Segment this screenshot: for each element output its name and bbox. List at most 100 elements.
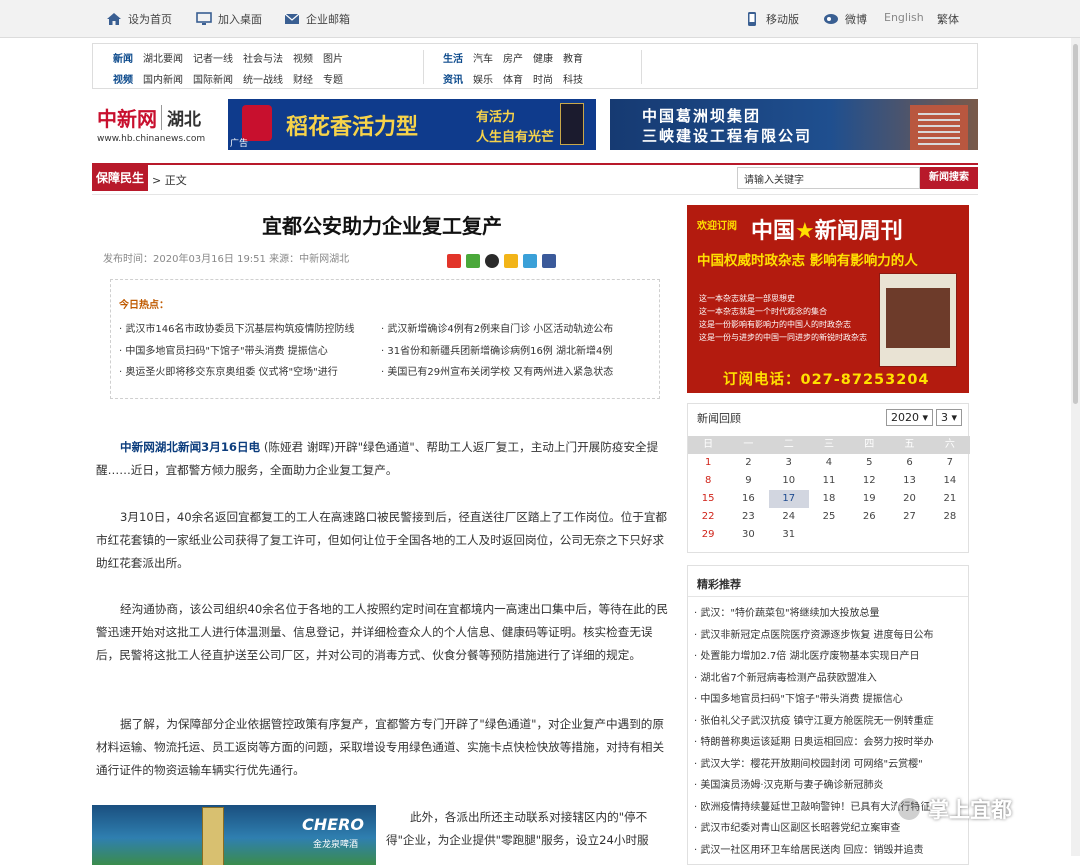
nav-link[interactable]: 记者一线 <box>193 50 233 65</box>
nav-link[interactable]: 时尚 <box>533 71 553 86</box>
recommend-item[interactable]: · 武汉非新冠定点医院医疗资源逐步恢复 进度每日公布 <box>694 626 962 641</box>
calendar-day[interactable]: 18 <box>809 490 849 508</box>
calendar-day[interactable]: 4 <box>809 454 849 472</box>
calendar-day[interactable]: 11 <box>809 472 849 490</box>
recommend-item[interactable]: · 武汉大学：樱花开放期间校园封闭 可网络"云赏樱" <box>694 755 962 770</box>
recommend-title: 精彩推荐 <box>697 578 741 591</box>
traditional-chinese-link[interactable]: 繁体 <box>937 11 959 27</box>
magazine-ad[interactable]: 欢迎订阅 中国★新闻周刊 中国权威时政杂志 影响有影响力的人 这一本杂志就是一部… <box>687 205 969 393</box>
weibo-link[interactable]: 微博 <box>823 11 867 27</box>
banner-ad-daohuaxiang[interactable]: 稻花香活力型 有活力 人生自有光芒 广告 <box>228 99 596 150</box>
breadcrumb-section-link[interactable]: 保障民生 <box>92 165 149 191</box>
share-twitter-icon[interactable] <box>523 254 537 268</box>
calendar-day[interactable]: 12 <box>849 472 889 490</box>
calendar-day[interactable]: 25 <box>809 508 849 526</box>
nav-link[interactable]: 汽车 <box>473 50 493 65</box>
add-desktop-link[interactable]: 加入桌面 <box>196 11 262 27</box>
nav-link[interactable]: 国内新闻 <box>143 71 183 86</box>
hot-news-item[interactable]: · 美国已有29州宣布关闭学校 又有两州进入紧急状态 <box>381 363 613 378</box>
calendar-day[interactable]: 3 <box>769 454 809 472</box>
share-weibo-icon[interactable] <box>447 254 461 268</box>
calendar-day[interactable]: 24 <box>769 508 809 526</box>
set-homepage-link[interactable]: 设为首页 <box>106 11 172 27</box>
recommend-item[interactable]: · 中国多地官员扫码"下馆子"带头消费 提振信心 <box>694 690 962 705</box>
nav-link[interactable]: 生活 <box>443 50 463 65</box>
nav-link[interactable]: 健康 <box>533 50 553 65</box>
calendar-day[interactable]: 10 <box>769 472 809 490</box>
nav-link[interactable]: 房产 <box>503 50 523 65</box>
scrollbar-thumb[interactable] <box>1073 44 1078 404</box>
calendar-day[interactable]: 21 <box>930 490 970 508</box>
calendar-day[interactable]: 20 <box>889 490 929 508</box>
nav-link[interactable]: 资讯 <box>443 71 463 86</box>
share-qzone-icon[interactable] <box>504 254 518 268</box>
calendar-day[interactable]: 27 <box>889 508 929 526</box>
calendar-day[interactable]: 19 <box>849 490 889 508</box>
year-select[interactable]: 2020 ▾ <box>886 409 934 426</box>
calendar-day[interactable]: 26 <box>849 508 889 526</box>
nav-link[interactable]: 专题 <box>323 71 343 86</box>
hot-news-item[interactable]: · 奥运圣火即将移交东京奥组委 仪式将"空场"进行 <box>119 363 338 378</box>
hot-news-item[interactable]: · 武汉新增确诊4例有2例来自门诊 小区活动轨迹公布 <box>381 320 613 335</box>
calendar-day[interactable]: 8 <box>688 472 728 490</box>
calendar-day[interactable]: 14 <box>930 472 970 490</box>
nav-row-2-left: 视频 国内新闻 国际新闻 统一战线 财经 专题 <box>113 71 343 86</box>
beer-ad-image[interactable]: CHERO 金龙泉啤酒 <box>92 805 376 865</box>
calendar-day[interactable]: 7 <box>930 454 970 472</box>
hot-news-item[interactable]: · 武汉市146名市政协委员下沉基层构筑疫情防控防线 <box>119 320 354 335</box>
nav-link[interactable]: 图片 <box>323 50 343 65</box>
calendar-day[interactable]: 2 <box>728 454 768 472</box>
calendar-day[interactable]: 1 <box>688 454 728 472</box>
magazine-bullet: 这一本杂志就是一部思想史 <box>699 294 795 303</box>
share-wechat-icon[interactable] <box>466 254 480 268</box>
calendar-day[interactable]: 30 <box>728 526 768 544</box>
article-paragraph: 中新网湖北新闻3月16日电 (陈娅君 谢晖)开辟"绿色通道"、帮助工人返厂复工，… <box>96 436 670 482</box>
nav-link[interactable]: 科技 <box>563 71 583 86</box>
month-select[interactable]: 3 ▾ <box>936 409 963 426</box>
search-input[interactable] <box>737 167 920 189</box>
nav-link[interactable]: 湖北要闻 <box>143 50 183 65</box>
calendar-day[interactable]: 28 <box>930 508 970 526</box>
nav-link[interactable]: 社会与法 <box>243 50 283 65</box>
share-qq-icon[interactable] <box>485 254 499 268</box>
nav-link[interactable]: 新闻 <box>113 50 133 65</box>
recommend-item[interactable]: · 武汉："特价蔬菜包"将继续加大投放总量 <box>694 604 962 619</box>
magazine-bullet: 这一本杂志就是一个时代观念的集合 <box>699 307 827 316</box>
news-search-button[interactable]: 新闻搜索 <box>920 167 978 189</box>
nav-link[interactable]: 国际新闻 <box>193 71 233 86</box>
nav-link[interactable]: 体育 <box>503 71 523 86</box>
calendar-day[interactable]: 31 <box>769 526 809 544</box>
hot-news-item[interactable]: · 31省份和新疆兵团新增确诊病例16例 湖北新增4例 <box>381 342 612 357</box>
recommend-item[interactable]: · 美国演员汤姆·汉克斯与妻子确诊新冠肺炎 <box>694 776 962 791</box>
recommend-item[interactable]: · 处置能力增加2.7倍 湖北医疗废物基本实现日产日 <box>694 647 962 662</box>
calendar-day[interactable]: 6 <box>889 454 929 472</box>
calendar-day[interactable]: 13 <box>889 472 929 490</box>
recommend-item[interactable]: · 湖北省7个新冠病毒检测产品获欧盟准入 <box>694 669 962 684</box>
site-logo[interactable]: 中新网 湖北 www.hb.chinanews.com <box>97 103 225 149</box>
article-paragraph: 3月10日，40余名返回宜都复工的工人在高速路口被民警接到后，径直送往厂区踏上了… <box>96 510 668 570</box>
mobile-version-link[interactable]: 移动版 <box>744 11 799 27</box>
nav-link[interactable]: 视频 <box>293 50 313 65</box>
calendar-day[interactable]: 23 <box>728 508 768 526</box>
ad1-slogan-2: 人生自有光芒 <box>476 130 555 145</box>
nav-link[interactable]: 财经 <box>293 71 313 86</box>
recommend-item[interactable]: · 张伯礼父子武汉抗疫 镇守江夏方舱医院无一例转重症 <box>694 712 962 727</box>
calendar-day[interactable]: 17 <box>768 490 809 508</box>
calendar-day[interactable]: 15 <box>688 490 728 508</box>
english-link[interactable]: English <box>884 11 924 24</box>
calendar-day[interactable]: 5 <box>849 454 889 472</box>
nav-link[interactable]: 视频 <box>113 71 133 86</box>
calendar-day[interactable]: 29 <box>688 526 728 544</box>
hot-news-item[interactable]: · 中国多地官员扫码"下馆子"带头消费 提振信心 <box>119 342 328 357</box>
calendar-day[interactable]: 22 <box>688 508 728 526</box>
banner-ad-gezhouba[interactable]: 中国葛洲坝集团 三峡建设工程有限公司 <box>610 99 978 150</box>
calendar-day[interactable]: 9 <box>728 472 768 490</box>
recommend-item[interactable]: · 武汉一社区用环卫车给居民送肉 回应：销毁并追责 <box>694 841 962 856</box>
share-facebook-icon[interactable] <box>542 254 556 268</box>
calendar-day[interactable]: 16 <box>728 490 768 508</box>
nav-link[interactable]: 教育 <box>563 50 583 65</box>
recommend-item[interactable]: · 特朗普称奥运该延期 日奥运相回应：会努力按时举办 <box>694 733 962 748</box>
nav-link[interactable]: 娱乐 <box>473 71 493 86</box>
nav-link[interactable]: 统一战线 <box>243 71 283 86</box>
enterprise-mail-link[interactable]: 企业邮箱 <box>284 11 350 27</box>
